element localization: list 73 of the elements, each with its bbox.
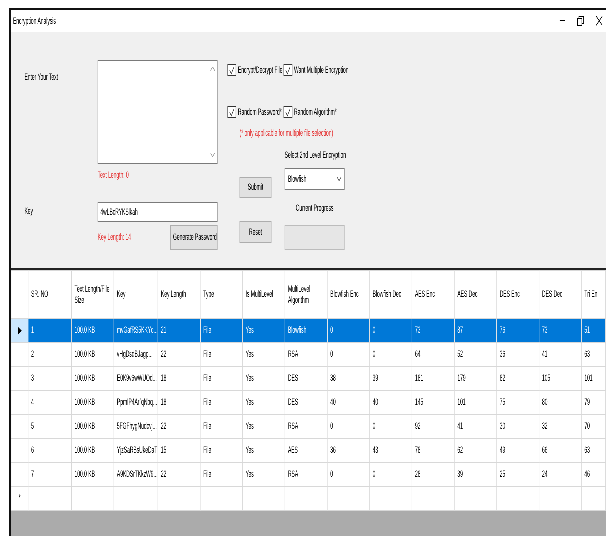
checkbox[interactable] bbox=[228, 64, 236, 76]
new-row-marker: * bbox=[18, 493, 21, 503]
table-cell: 40 bbox=[370, 390, 412, 414]
table-cell: 7 bbox=[28, 462, 72, 486]
table-cell: 39 bbox=[370, 366, 412, 390]
reset-button[interactable]: Reset bbox=[240, 221, 272, 243]
table-cell: File bbox=[200, 318, 243, 342]
table-cell: 0 bbox=[370, 342, 412, 366]
table-cell: 49 bbox=[496, 438, 540, 462]
column-header[interactable]: Key bbox=[117, 289, 156, 300]
table-cell: 0 bbox=[370, 462, 412, 486]
submit-button[interactable]: Submit bbox=[240, 177, 272, 198]
field-label: Enter Your Text bbox=[24, 72, 58, 82]
encryption-select[interactable]: Blowfish bbox=[284, 168, 345, 190]
column-header[interactable]: Is MultiLevel bbox=[246, 289, 282, 300]
table-cell: 1 bbox=[28, 318, 72, 342]
table-cell: Blowfish bbox=[285, 318, 328, 342]
restore-icon[interactable] bbox=[578, 16, 584, 26]
column-header[interactable]: Tri En bbox=[584, 289, 603, 300]
checkbox-label[interactable]: Want Multiple Encryption bbox=[294, 64, 349, 76]
checkbox[interactable] bbox=[228, 106, 236, 118]
text-length-label: Text Length: 0 bbox=[98, 170, 129, 180]
generate-password-button[interactable]: Generate Password bbox=[170, 225, 218, 250]
table-cell: 0 bbox=[328, 318, 370, 342]
checkbox-label[interactable]: Random Algorithm* bbox=[294, 106, 337, 118]
field-label: Current Progress bbox=[295, 203, 335, 214]
table-cell: 51 bbox=[582, 318, 606, 342]
column-header[interactable]: Blowfish Dec bbox=[372, 289, 410, 300]
checkbox[interactable] bbox=[284, 106, 293, 118]
table-cell: 30 bbox=[496, 414, 540, 438]
note-text: (* only applicable for multiple file selection) bbox=[240, 128, 334, 138]
close-icon[interactable] bbox=[596, 16, 603, 26]
table-cell: 25 bbox=[496, 462, 540, 486]
field-label: Key bbox=[24, 206, 34, 216]
column-header[interactable]: DES Enc bbox=[500, 289, 536, 300]
scroll-up-icon[interactable] bbox=[210, 67, 216, 71]
minimize-icon[interactable] bbox=[560, 20, 566, 22]
scroll-down-icon[interactable] bbox=[210, 153, 216, 157]
column-header[interactable]: Key Length bbox=[161, 289, 198, 300]
table-cell: 82 bbox=[496, 366, 540, 390]
table-cell: Yes bbox=[242, 318, 286, 342]
column-header[interactable]: SR. NO bbox=[31, 289, 69, 300]
table-cell: 0 bbox=[370, 318, 412, 342]
column-header[interactable]: AES Dec bbox=[458, 289, 494, 300]
key-length-label: Key Length: 14 bbox=[98, 232, 132, 243]
field-label: Select 2nd Level Encryption bbox=[284, 150, 346, 161]
table-cell: 100.0 KB bbox=[72, 318, 114, 342]
text-input-area[interactable] bbox=[98, 60, 218, 164]
window-title: Encryption Analysis bbox=[13, 16, 56, 26]
column-header[interactable]: Blowfish Enc bbox=[330, 289, 367, 300]
table-cell: mvGafRS5KKYc... bbox=[114, 318, 158, 342]
column-header[interactable]: Type bbox=[204, 289, 240, 300]
table-cell: 43 bbox=[370, 438, 412, 462]
checkbox-label[interactable]: Random Password* bbox=[238, 106, 282, 118]
table-cell: 76 bbox=[496, 318, 540, 342]
table-cell: 73 bbox=[539, 318, 582, 342]
column-header[interactable]: AES Enc bbox=[415, 289, 452, 300]
checkbox-label[interactable]: Encrypt/Decrypt File bbox=[238, 64, 283, 76]
chevron-down-icon bbox=[337, 177, 342, 181]
checkbox[interactable] bbox=[284, 64, 293, 76]
table-cell: 75 bbox=[496, 390, 540, 414]
table-cell: 3 bbox=[28, 366, 72, 390]
table-cell: 0 bbox=[370, 414, 412, 438]
table-cell: 4 bbox=[28, 390, 72, 414]
table-cell: 21 bbox=[158, 318, 200, 342]
table-cell: 2 bbox=[28, 342, 72, 366]
key-field[interactable]: 4wLBcRYKSlkah bbox=[98, 202, 218, 222]
table-cell: 73 bbox=[412, 318, 455, 342]
column-header[interactable]: DES Dec bbox=[542, 289, 579, 300]
table-cell: 5 bbox=[28, 414, 72, 438]
table-cell: 6 bbox=[28, 438, 72, 462]
table-cell: 36 bbox=[496, 342, 540, 366]
table-cell: 87 bbox=[454, 318, 497, 342]
